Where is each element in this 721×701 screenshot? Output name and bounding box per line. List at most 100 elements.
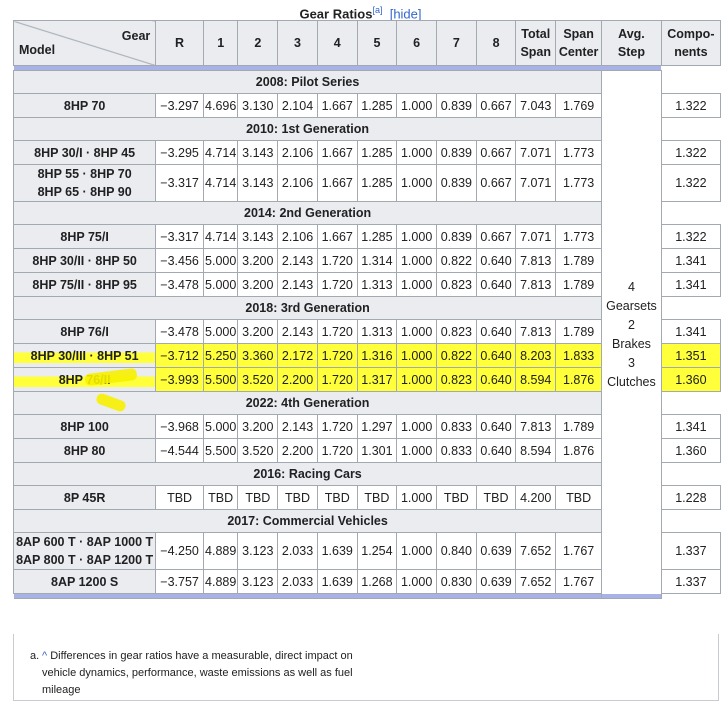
value-cell: 1.789: [555, 319, 603, 344]
value-cell: 1.667: [316, 164, 358, 202]
value-cell: 1.639: [316, 532, 358, 570]
value-cell: 0.823: [435, 272, 477, 297]
value-cell: −3.478: [155, 272, 204, 297]
value-cell: 3.143: [237, 224, 279, 249]
value-cell: 7.813: [515, 414, 557, 439]
value-cell: −3.993: [155, 367, 204, 392]
value-cell: TBD: [435, 485, 477, 510]
footnote-ref-link[interactable]: [a]: [372, 5, 382, 15]
value-cell: 7.071: [515, 140, 557, 165]
model-name: 8HP 70: [63, 98, 106, 113]
value-cell: 1.000: [396, 164, 437, 202]
section-header: 2008: Pilot Series: [12, 70, 603, 94]
value-cell: 1.720: [316, 438, 358, 463]
value-cell: 7.652: [515, 569, 557, 594]
value-cell: 0.839: [435, 140, 477, 165]
value-cell: 1.876: [555, 438, 603, 463]
value-cell: 1.000: [396, 319, 437, 344]
model-name: 8AP 600 T · 8AP 1000 T: [16, 535, 154, 549]
model-name: 8AP 800 T · 8AP 1200 T: [16, 553, 154, 567]
value-cell: 5.500: [202, 367, 239, 392]
value-cell: −3.317: [155, 224, 204, 249]
value-cell: 1.639: [316, 569, 358, 594]
components-line: Brakes: [612, 336, 651, 351]
value-cell: 1.317: [356, 367, 398, 392]
value-cell: 0.640: [475, 248, 517, 273]
value-cell: 4.714: [202, 224, 239, 249]
model-cell: 8HP 80: [12, 438, 157, 463]
value-cell: 1.322: [660, 164, 721, 202]
footnote-backlink[interactable]: ^: [42, 650, 47, 662]
section-header: 2010: 1st Generation: [12, 117, 603, 141]
value-cell: 1.228: [660, 485, 721, 510]
value-cell: TBD: [202, 485, 239, 510]
value-cell: 1.876: [555, 367, 603, 392]
value-cell: TBD: [237, 485, 279, 510]
value-cell: 4.200: [515, 485, 557, 510]
value-cell: 1.285: [356, 224, 398, 249]
value-cell: 3.200: [237, 272, 279, 297]
value-cell: 1.667: [316, 224, 358, 249]
components-line: 4: [627, 279, 635, 294]
value-cell: −3.295: [155, 140, 204, 165]
value-cell: 1.341: [660, 272, 721, 297]
value-cell: TBD: [555, 485, 603, 510]
value-cell: 3.123: [237, 532, 279, 570]
section-header: 2018: 3rd Generation: [12, 296, 603, 320]
value-cell: −4.544: [155, 438, 204, 463]
value-cell: 1.667: [316, 140, 358, 165]
section-header: 2014: 2nd Generation: [12, 201, 603, 225]
value-cell: 1.667: [316, 93, 358, 118]
footnote-a: a. ^ Differences in gear ratios have a m…: [30, 648, 372, 699]
value-cell: 0.822: [435, 343, 477, 368]
table-caption: Gear Ratios[a] [hide]: [0, 0, 721, 21]
value-cell: 0.823: [435, 367, 477, 392]
model-cell: 8HP 30/I · 8HP 45: [12, 140, 157, 165]
value-cell: 1.285: [356, 164, 398, 202]
value-cell: 1.720: [316, 367, 358, 392]
value-cell: 5.500: [202, 438, 239, 463]
components-cell: 4 Gearsets 2 Brakes 3 Clutches: [601, 70, 662, 599]
footnote-label: a.: [30, 650, 40, 662]
value-cell: 0.667: [475, 224, 517, 249]
value-cell: 0.840: [435, 532, 477, 570]
value-cell: 1.341: [660, 248, 721, 273]
header-gear-1: 1: [202, 20, 239, 66]
value-cell: −3.478: [155, 319, 204, 344]
header-corner: Gear Model: [12, 20, 157, 66]
model-name: 8HP 30/II · 8HP 50: [32, 253, 137, 268]
value-cell: −3.456: [155, 248, 204, 273]
value-cell: 0.823: [435, 319, 477, 344]
value-cell: 0.640: [475, 438, 517, 463]
value-cell: 1.773: [555, 140, 603, 165]
value-cell: 1.000: [396, 248, 437, 273]
value-cell: 4.714: [202, 140, 239, 165]
value-cell: 1.337: [660, 532, 721, 570]
model-cell: 8HP 30/III · 8HP 51: [12, 343, 157, 368]
value-cell: 2.106: [277, 224, 318, 249]
components-line: Clutches: [607, 374, 656, 389]
value-cell: 1.313: [356, 319, 398, 344]
value-cell: 1.773: [555, 224, 603, 249]
model-cell: 8HP 55 · 8HP 70 8HP 65 · 8HP 90: [12, 164, 157, 202]
value-cell: 3.143: [237, 140, 279, 165]
value-cell: 1.268: [356, 569, 398, 594]
value-cell: 1.789: [555, 272, 603, 297]
value-cell: 0.839: [435, 224, 477, 249]
value-cell: 3.520: [237, 438, 279, 463]
model-name: 8HP 75/II · 8HP 95: [32, 277, 137, 292]
value-cell: 5.000: [202, 414, 239, 439]
value-cell: 1.720: [316, 343, 358, 368]
value-cell: 3.130: [237, 93, 279, 118]
header-gear-4: 4: [316, 20, 358, 66]
header-gear-label: Gear: [121, 29, 151, 43]
footer-separator: [13, 593, 662, 599]
value-cell: 2.143: [277, 272, 318, 297]
value-cell: 5.000: [202, 319, 239, 344]
components-line: Gearsets: [606, 298, 657, 313]
value-cell: 3.360: [237, 343, 279, 368]
value-cell: −3.712: [155, 343, 204, 368]
value-cell: 1.773: [555, 164, 603, 202]
value-cell: 0.839: [435, 93, 477, 118]
model-name: 8AP 1200 S: [51, 574, 119, 589]
